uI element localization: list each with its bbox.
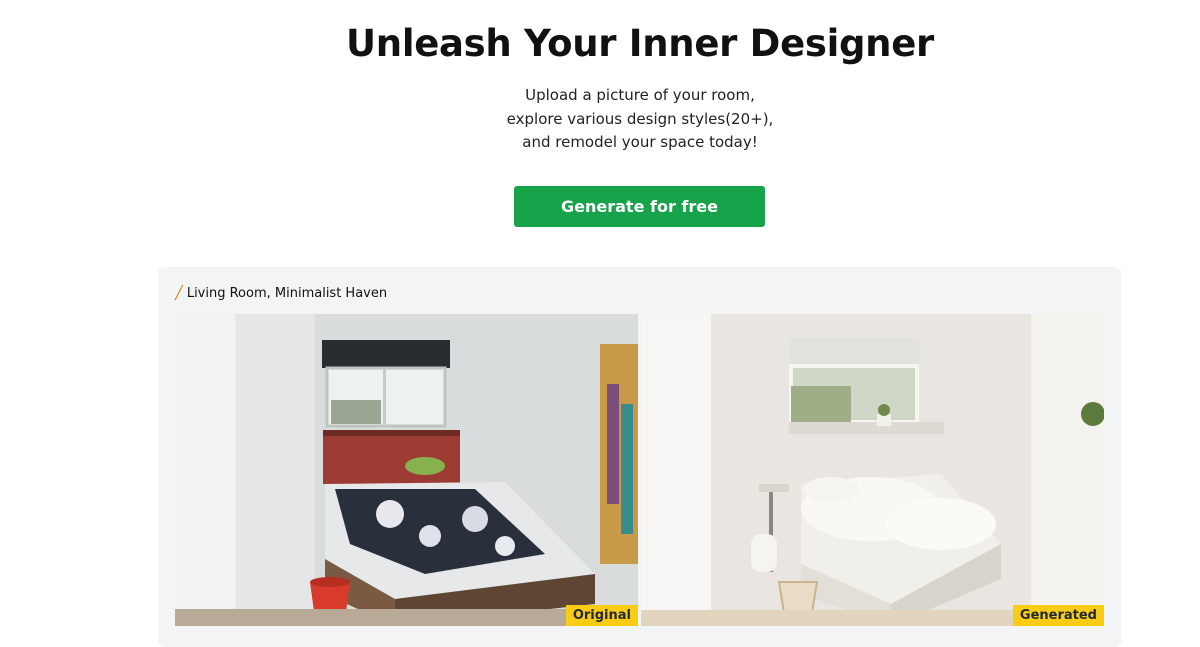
magic-wand-icon: ╱ <box>175 286 183 301</box>
caption-text: Living Room, Minimalist Haven <box>186 286 388 301</box>
subtitle-line: explore various design styles(20+), <box>506 109 774 128</box>
before-after-showcase: ╱ Living Room, Minimalist Haven Original… <box>158 267 1121 647</box>
subtitle-line: and remodel your space today! <box>522 133 758 151</box>
showcase-caption: ╱ Living Room, Minimalist Haven <box>175 286 387 301</box>
hero-subtitle: Upload a picture of your room, explore v… <box>0 84 1200 155</box>
generated-room-image: Generated <box>641 314 1104 626</box>
original-label: Original <box>565 605 638 626</box>
generate-for-free-button[interactable]: Generate for free <box>514 186 765 227</box>
generated-label: Generated <box>1012 605 1104 626</box>
original-room-image: Original <box>175 314 638 626</box>
hero-title: Unleash Your Inner Designer <box>346 22 934 65</box>
subtitle-line: Upload a picture of your room, <box>525 86 755 104</box>
